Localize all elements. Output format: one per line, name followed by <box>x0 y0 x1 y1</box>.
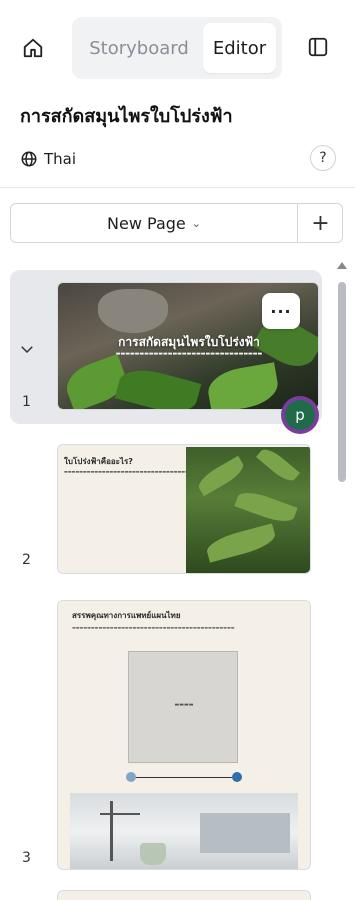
slider-handle <box>126 772 136 782</box>
slider-handle <box>232 772 242 782</box>
leaf-shape <box>194 455 248 497</box>
more-options-button[interactable]: ··· <box>262 293 300 329</box>
slide-text-lines: ▬▬▬▬▬▬▬▬▬▬▬▬▬▬▬▬▬▬▬▬▬▬▬▬▬▬▬▬▬▬▬▬▬▬▬▬▬▬▬▬… <box>72 625 235 630</box>
home-button[interactable] <box>18 33 48 63</box>
chevron-down-icon[interactable] <box>18 340 36 358</box>
page-item-3[interactable]: 3 สรรพคุณทางการแพทย์แผนไทย ▬▬▬▬▬▬▬▬▬▬▬▬▬… <box>10 590 322 880</box>
lab-photo <box>70 793 298 869</box>
page-item-2[interactable]: 2 ใบโปร่งฟ้าคืออะไร? ▬▬▬▬▬▬▬▬▬▬▬▬▬▬▬▬▬▬▬… <box>10 434 322 582</box>
top-toolbar: Storyboard Editor <box>0 0 355 96</box>
add-page-button[interactable]: + <box>298 204 343 242</box>
help-button[interactable]: ? <box>310 145 336 171</box>
scrollbar[interactable] <box>336 262 348 900</box>
scroll-up-arrow-icon[interactable] <box>337 262 347 269</box>
slide-subtitle-lines: ▬▬▬▬▬▬▬▬▬▬▬▬▬▬▬▬▬▬▬▬▬▬▬▬▬▬▬▬▬▬▬ <box>115 351 263 357</box>
leaf-shape <box>256 445 300 486</box>
divider <box>0 187 355 188</box>
slide-title: ใบโปร่งฟ้าคืออะไร? <box>64 457 133 466</box>
new-page-button[interactable]: New Page ⌄ <box>11 204 297 242</box>
tab-storyboard[interactable]: Storyboard <box>76 23 202 73</box>
avatar-letter: p <box>285 400 315 430</box>
lab-arm <box>100 813 140 815</box>
leaf-shape <box>204 523 278 563</box>
page-number: 1 <box>22 394 31 410</box>
slider-track <box>136 777 232 778</box>
slide-text-lines: ▬▬▬▬▬▬▬▬▬▬▬▬▬▬▬▬▬▬▬▬▬▬▬▬▬▬▬▬▬▬▬▬▬▬▬▬▬▬▬▬… <box>64 469 310 475</box>
slide-title: สรรพคุณทางการแพทย์แผนไทย <box>72 611 181 620</box>
page-thumbnail[interactable]: ใบโปร่งฟ้าคืออะไร? ▬▬▬▬▬▬▬▬▬▬▬▬▬▬▬▬▬▬▬▬▬… <box>57 444 311 574</box>
view-switcher: Storyboard Editor <box>72 17 282 79</box>
mortar-shape <box>98 289 168 333</box>
language-selector[interactable]: Thai <box>20 146 76 172</box>
scrollbar-thumb[interactable] <box>338 282 346 482</box>
new-page-label: New Page <box>107 213 186 233</box>
lab-shelf <box>200 813 290 853</box>
slide-title: การสกัดสมุนไพรใบโปร่งฟ้า <box>118 335 260 349</box>
new-page-control: New Page ⌄ + <box>10 203 343 243</box>
flask-shape <box>140 843 166 865</box>
toggle-panel-button[interactable] <box>304 33 332 61</box>
page-list: 1 การสกัดสมุนไพรใบโปร่งฟ้า ▬▬▬▬▬▬▬▬▬▬▬▬▬… <box>0 258 355 900</box>
page-thumbnail[interactable] <box>57 890 311 900</box>
globe-icon <box>21 151 37 167</box>
page-number: 3 <box>22 850 31 866</box>
plant-photo <box>186 445 310 573</box>
page-number: 2 <box>22 552 31 568</box>
tab-editor[interactable]: Editor <box>203 23 276 73</box>
page-thumbnail[interactable]: สรรพคุณทางการแพทย์แผนไทย ▬▬▬▬▬▬▬▬▬▬▬▬▬▬▬… <box>57 600 311 870</box>
document-title[interactable]: การสกัดสมุนไพรใบโปร่งฟ้า <box>20 101 233 130</box>
chevron-down-icon: ⌄ <box>191 216 201 230</box>
avatar[interactable]: p <box>281 396 319 434</box>
placeholder-lines: ▬▬▬▬ <box>174 702 194 708</box>
leaf-shape <box>234 487 298 527</box>
sidebar-panel-icon <box>308 37 328 57</box>
lab-stand <box>110 801 113 861</box>
language-label: Thai <box>44 150 77 168</box>
page-item-4[interactable] <box>10 890 322 900</box>
media-placeholder: ▬▬▬▬ <box>128 651 238 763</box>
home-icon <box>23 38 43 58</box>
